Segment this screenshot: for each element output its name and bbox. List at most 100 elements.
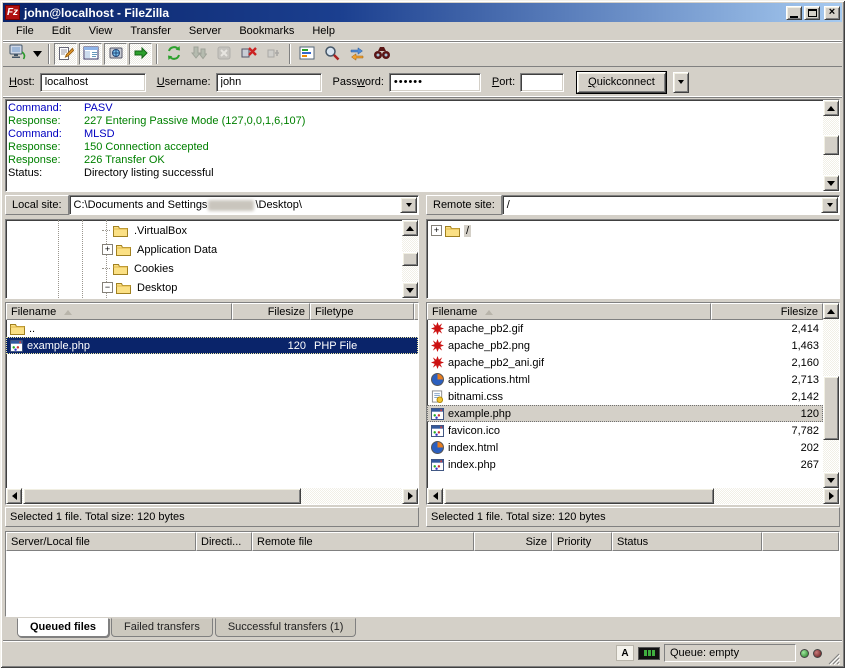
chevron-down-icon [827,203,833,210]
tree-item-desktop[interactable]: −Desktop [6,278,402,297]
file-row-applications-html[interactable]: applications.html2,713 [427,371,823,388]
file-row-example-php[interactable]: example.php120PHP File1 [6,337,418,354]
disconnect-button[interactable] [237,43,260,65]
file-size-cell: 7,782 [711,422,823,439]
menu-item-transfer[interactable]: Transfer [121,23,180,39]
scroll-down-button[interactable] [402,282,418,298]
speed-limit-icon[interactable] [638,647,660,660]
quickconnect-button[interactable]: Quickconnect [577,72,666,93]
tree-item-cookies[interactable]: Cookies [6,259,402,278]
log-line-label: Command: [8,102,84,115]
queue-column-size[interactable]: Size [474,532,552,551]
scroll-left-button[interactable] [427,488,443,504]
minimize-icon [790,16,798,18]
queue-header: Server/Local fileDirecti...Remote fileSi… [6,532,839,551]
scroll-right-button[interactable] [823,488,839,504]
menu-item-server[interactable]: Server [180,23,230,39]
log-scrollbar[interactable] [823,100,839,191]
scroll-down-button[interactable] [823,472,839,488]
resize-grip[interactable] [826,651,840,665]
scroll-up-button[interactable] [823,100,839,116]
scroll-down-button[interactable] [823,175,839,191]
port-input[interactable] [520,73,564,92]
column-header-filename[interactable]: Filename [6,303,232,320]
scroll-thumb[interactable] [23,488,301,504]
scroll-thumb[interactable] [823,376,839,440]
column-header-filesize[interactable]: Filesize [232,303,310,320]
scroll-left-button[interactable] [6,488,22,504]
column-header-filetype[interactable]: Filetype [310,303,414,320]
refresh-button[interactable] [162,43,185,65]
file-row-apache-pb2-ani-gif[interactable]: apache_pb2_ani.gif2,160 [427,354,823,371]
sync-browse-button[interactable] [345,43,368,65]
menu-item-view[interactable]: View [80,23,122,39]
local-site-dropdown[interactable] [400,197,417,213]
tab-failed-transfers[interactable]: Failed transfers [111,618,213,637]
queue-column-priority[interactable]: Priority [552,532,612,551]
scroll-up-button[interactable] [402,220,418,236]
expand-icon[interactable]: + [102,244,113,255]
local-site-combo[interactable]: C:\Documents and Settings\Desktop\ [69,195,419,215]
site-manager-dropdown[interactable] [31,43,44,65]
column-header-filesize[interactable]: Filesize [711,303,823,320]
compare-button[interactable] [320,43,343,65]
file-row-apache-pb2-gif[interactable]: apache_pb2.gif2,414 [427,320,823,337]
file-row-index-php[interactable]: index.php267 [427,456,823,473]
tree-item-application-data[interactable]: +Application Data [6,240,402,259]
scroll-thumb[interactable] [823,135,839,155]
menu-item-edit[interactable]: Edit [43,23,80,39]
remote-site-dropdown[interactable] [821,197,838,213]
menu-item-help[interactable]: Help [303,23,344,39]
collapse-icon[interactable]: − [102,282,113,293]
file-row-favicon-ico[interactable]: favicon.ico7,782 [427,422,823,439]
find-button[interactable] [370,43,393,65]
column-header-filename[interactable]: Filename [427,303,711,320]
scroll-up-button[interactable] [823,303,839,319]
tree-item-label: / [464,225,471,237]
local-tree-scrollbar[interactable] [402,220,418,298]
pane-splitter[interactable] [419,192,426,527]
file-name: applications.html [448,374,530,386]
tree-item--[interactable]: +/ [427,221,839,240]
reconnect-button[interactable] [262,43,285,65]
scroll-thumb[interactable] [444,488,714,504]
username-input[interactable] [216,73,322,92]
remote-site-combo[interactable]: / [502,195,840,215]
tree-item--virtualbox[interactable]: .VirtualBox [6,221,402,240]
file-row--[interactable]: .. [6,320,418,337]
scroll-right-button[interactable] [402,488,418,504]
local-hscrollbar[interactable] [6,488,418,504]
queue-column-server-local-file[interactable]: Server/Local file [6,532,196,551]
queue-column-status[interactable]: Status [612,532,762,551]
file-row-apache-pb2-png[interactable]: apache_pb2.png1,463 [427,337,823,354]
file-row-example-php[interactable]: example.php120 [427,405,823,422]
menu-item-file[interactable]: File [7,23,43,39]
password-input[interactable] [389,73,481,92]
toggle-local-tree-button[interactable] [79,43,102,65]
expand-icon[interactable]: + [431,225,442,236]
site-manager-icon [9,44,27,64]
remote-hscrollbar[interactable] [427,488,839,504]
filter-button[interactable] [295,43,318,65]
file-row-bitnami-css[interactable]: bitnami.css2,142 [427,388,823,405]
host-input[interactable] [40,73,146,92]
queue-column-remote-file[interactable]: Remote file [252,532,474,551]
tab-successful-transfers-1-[interactable]: Successful transfers (1) [215,618,357,637]
close-button[interactable]: × [824,6,840,20]
toggle-remote-tree-button[interactable] [104,43,127,65]
menu-item-bookmarks[interactable]: Bookmarks [230,23,303,39]
site-manager-button[interactable] [6,43,29,65]
tab-queued-files[interactable]: Queued files [17,618,109,637]
scroll-thumb[interactable] [402,252,418,266]
file-row-index-html[interactable]: index.html202 [427,439,823,456]
maximize-button[interactable] [804,6,820,20]
minimize-button[interactable] [786,6,802,20]
toggle-queue-button[interactable] [129,43,152,65]
remote-vscrollbar[interactable] [823,303,839,488]
queue-column-directi-[interactable]: Directi... [196,532,252,551]
transfer-type-icon[interactable]: A [616,645,634,661]
process-queue-button[interactable] [187,43,210,65]
toggle-message-log-button[interactable] [54,43,77,65]
quickconnect-dropdown[interactable] [673,72,689,93]
cancel-operation-button[interactable] [212,43,235,65]
